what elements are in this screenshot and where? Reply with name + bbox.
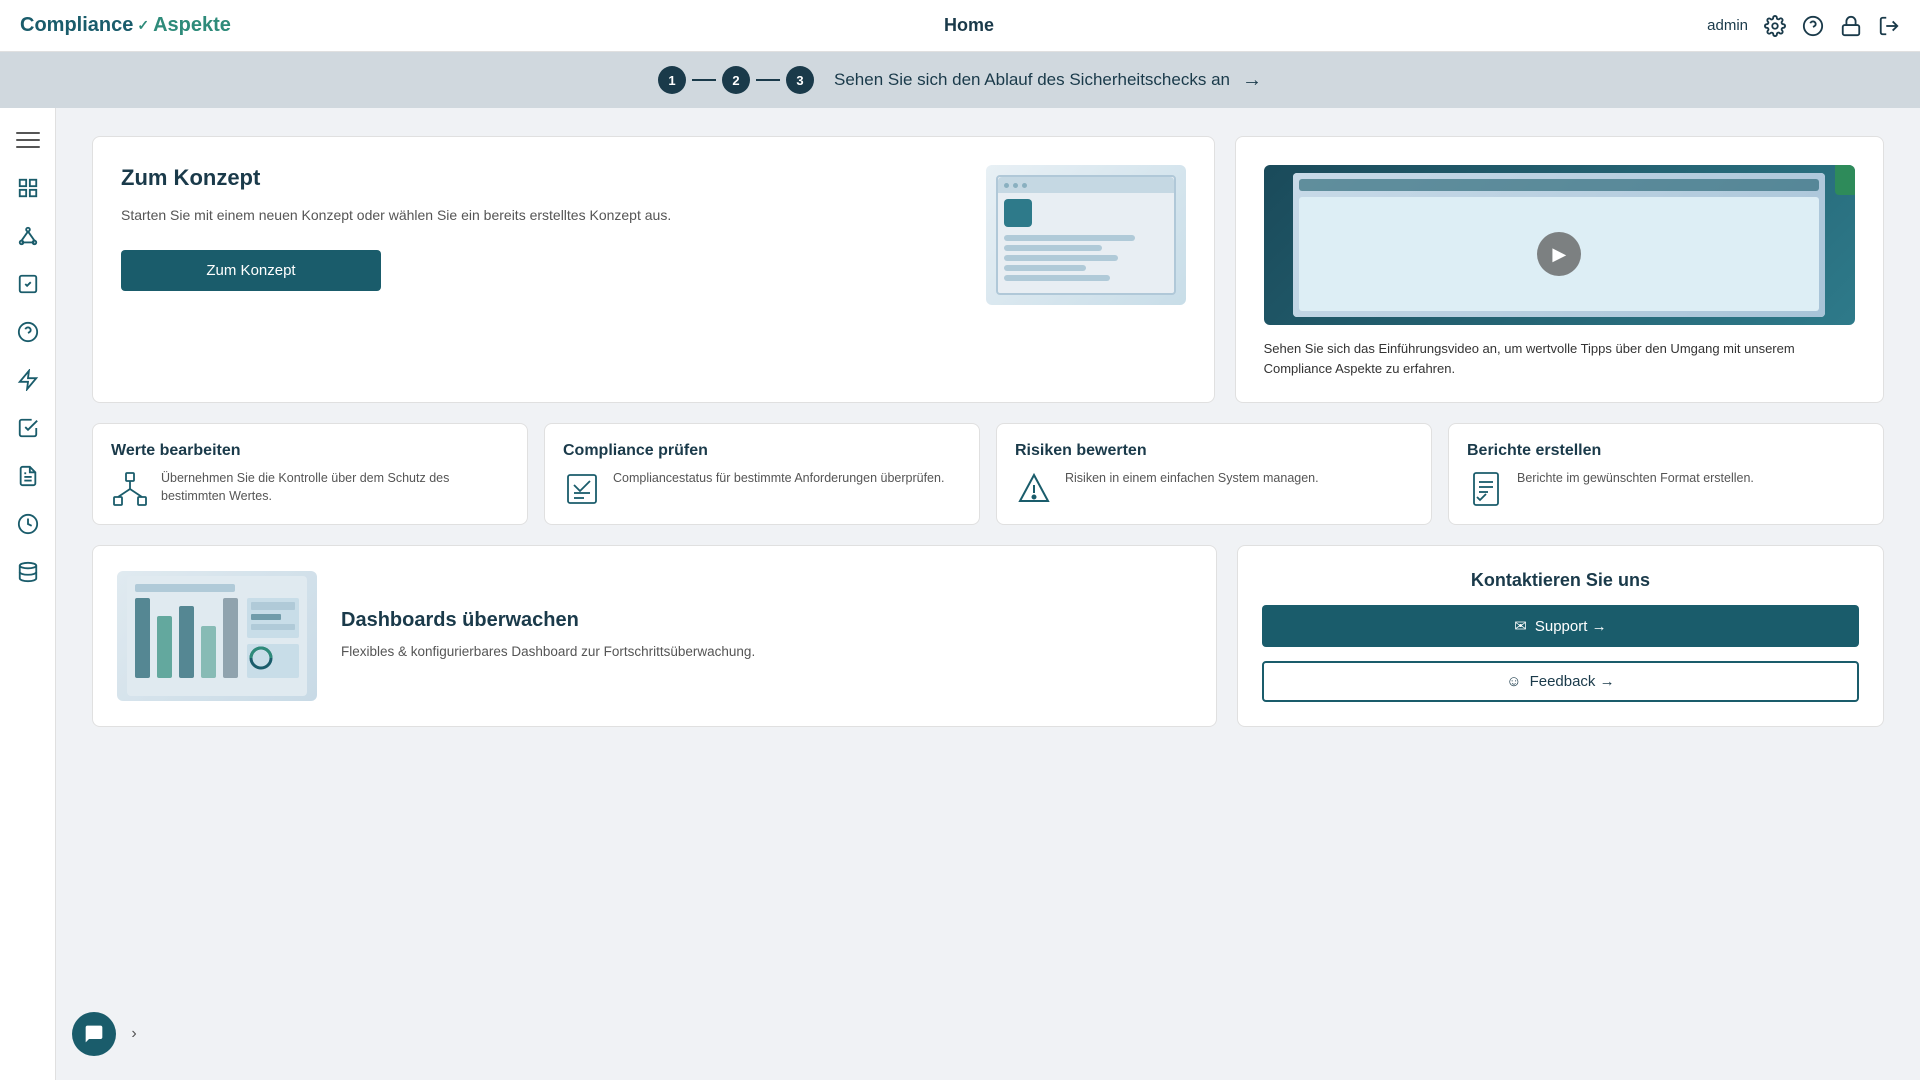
support-button[interactable]: ✉ Support → [1262, 605, 1859, 647]
risiken-description: Risiken in einem einfachen System manage… [1065, 470, 1319, 488]
dashboard-illustration [117, 571, 317, 701]
werte-body: Übernehmen Sie die Kontrolle über dem Sc… [111, 470, 509, 508]
risiken-card[interactable]: Risiken bewerten Risiken in einem einfac… [996, 423, 1432, 525]
banner-arrow: → [1242, 69, 1262, 92]
sidebar-item-tasks[interactable] [8, 408, 48, 448]
sidebar-item-dashboard[interactable] [8, 168, 48, 208]
cards-row-2: Werte bearbeiten Übernehmen Sie die Kont… [92, 423, 1884, 525]
werte-card[interactable]: Werte bearbeiten Übernehmen Sie die Kont… [92, 423, 528, 525]
logout-icon[interactable] [1878, 15, 1900, 37]
risiken-icon [1015, 470, 1053, 508]
berichte-title: Berichte erstellen [1467, 442, 1865, 460]
chat-expand-button[interactable]: › [122, 1022, 146, 1046]
dashboard-description: Flexibles & konfigurierbares Dashboard z… [341, 642, 755, 662]
sidebar-item-lightning[interactable] [8, 360, 48, 400]
dashboard-card[interactable]: Dashboards überwachen Flexibles & konfig… [92, 545, 1217, 727]
konzept-illustration [986, 165, 1186, 305]
smiley-icon: ☺ [1506, 673, 1521, 690]
banner-steps: 1 2 3 [658, 66, 814, 94]
sidebar-item-database[interactable] [8, 552, 48, 592]
compliance-icon [563, 470, 601, 508]
konzept-description: Starten Sie mit einem neuen Konzept oder… [121, 205, 966, 226]
cards-row-3: Dashboards überwachen Flexibles & konfig… [92, 545, 1884, 727]
berichte-description: Berichte im gewünschten Format erstellen… [1517, 470, 1754, 488]
konzept-card-content: Zum Konzept Starten Sie mit einem neuen … [121, 165, 966, 291]
mock-icon [1004, 199, 1032, 227]
header-title: Home [944, 15, 994, 36]
werte-icon [111, 470, 149, 508]
video-card: ▶ Sehen Sie sich das Einführungsvideo an… [1235, 136, 1884, 403]
header: Compliance ✓Aspekte Home admin [0, 0, 1920, 52]
compliance-card[interactable]: Compliance prüfen Compliancestatus für b… [544, 423, 980, 525]
feedback-button[interactable]: ☺ Feedback → [1262, 661, 1859, 702]
sidebar [0, 108, 56, 1080]
risiken-body: Risiken in einem einfachen System manage… [1015, 470, 1413, 508]
logo-compliance: Compliance [20, 14, 133, 37]
video-description: Sehen Sie sich das Einführungsvideo an, … [1264, 339, 1855, 378]
konzept-card: Zum Konzept Starten Sie mit einem neuen … [92, 136, 1215, 403]
video-thumbnail[interactable]: ▶ [1264, 165, 1855, 325]
settings-icon[interactable] [1764, 15, 1786, 37]
admin-label: admin [1707, 17, 1748, 34]
konzept-title: Zum Konzept [121, 165, 966, 191]
werte-description: Übernehmen Sie die Kontrolle über dem Sc… [161, 470, 509, 505]
video-inner: ▶ [1293, 173, 1825, 317]
mock-browser [996, 175, 1176, 295]
feedback-label: Feedback → [1530, 673, 1615, 690]
banner[interactable]: 1 2 3 Sehen Sie sich den Ablauf des Sich… [0, 52, 1920, 108]
play-button[interactable]: ▶ [1537, 232, 1581, 276]
chat-widget: › [72, 1012, 146, 1056]
kontakt-card: Kontaktieren Sie uns ✉ Support → ☺ Feedb… [1237, 545, 1884, 727]
sidebar-item-checklist[interactable] [8, 264, 48, 304]
content-area: Zum Konzept Starten Sie mit einem neuen … [56, 108, 1920, 1080]
mock-browser-bar [998, 177, 1174, 193]
dashboard-title: Dashboards überwachen [341, 609, 755, 632]
video-green-tab [1835, 165, 1855, 195]
sidebar-hamburger[interactable] [8, 120, 48, 160]
support-label: Support → [1535, 618, 1607, 635]
mock-content [998, 193, 1174, 287]
step-3: 3 [786, 66, 814, 94]
dashboard-content: Dashboards überwachen Flexibles & konfig… [341, 609, 755, 662]
werte-title: Werte bearbeiten [111, 442, 509, 460]
compliance-title: Compliance prüfen [563, 442, 961, 460]
chat-bubble-button[interactable] [72, 1012, 116, 1056]
sidebar-item-history[interactable] [8, 504, 48, 544]
step-1: 1 [658, 66, 686, 94]
berichte-icon [1467, 470, 1505, 508]
help-icon[interactable] [1802, 15, 1824, 37]
kontakt-title: Kontaktieren Sie uns [1262, 570, 1859, 591]
berichte-card[interactable]: Berichte erstellen Berichte im gewünscht… [1448, 423, 1884, 525]
logo: Compliance ✓Aspekte [20, 14, 231, 37]
risiken-title: Risiken bewerten [1015, 442, 1413, 460]
step-line-2 [756, 79, 780, 81]
step-line-1 [692, 79, 716, 81]
zum-konzept-button[interactable]: Zum Konzept [121, 250, 381, 291]
sidebar-item-connections[interactable] [8, 216, 48, 256]
banner-text: Sehen Sie sich den Ablauf des Sicherheit… [834, 70, 1230, 90]
main-layout: Zum Konzept Starten Sie mit einem neuen … [0, 108, 1920, 1080]
logo-aspekte: Aspekte [153, 14, 231, 37]
cards-row-1: Zum Konzept Starten Sie mit einem neuen … [92, 136, 1884, 403]
berichte-body: Berichte im gewünschten Format erstellen… [1467, 470, 1865, 508]
sidebar-item-reports[interactable] [8, 456, 48, 496]
envelope-icon: ✉ [1514, 617, 1527, 635]
step-2: 2 [722, 66, 750, 94]
compliance-body: Compliancestatus für bestimmte Anforderu… [563, 470, 961, 508]
header-actions: admin [1707, 15, 1900, 37]
lock-icon[interactable] [1840, 15, 1862, 37]
logo-checkmark: ✓ [137, 17, 149, 34]
sidebar-item-help[interactable] [8, 312, 48, 352]
compliance-description: Compliancestatus für bestimmte Anforderu… [613, 470, 944, 488]
